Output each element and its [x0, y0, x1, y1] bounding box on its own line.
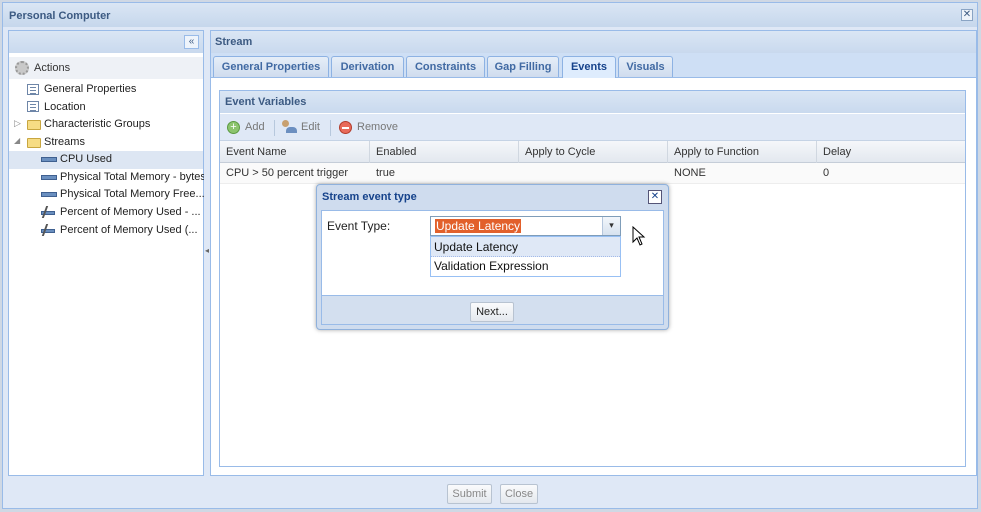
cell-delay: 0	[823, 167, 830, 179]
tree-item-physical-total-memory-bytes[interactable]: Physical Total Memory - bytes	[60, 171, 206, 183]
collapse-arrow-icon[interactable]: ◢	[14, 136, 20, 145]
open-folder-icon	[27, 138, 41, 148]
collapse-panel-icon[interactable]: «	[184, 35, 199, 49]
tab-events[interactable]: Events	[562, 56, 616, 78]
tree-item-physical-total-memory-free[interactable]: Physical Total Memory Free...	[60, 188, 205, 200]
event-variables-title: Event Variables	[225, 96, 307, 108]
splitter-handle-icon[interactable]: ◂	[205, 246, 209, 262]
edit-user-icon[interactable]	[282, 120, 297, 134]
navigation-panel-header	[9, 31, 203, 53]
properties-icon	[27, 84, 39, 95]
gear-icon	[15, 61, 29, 75]
add-icon[interactable]: +	[227, 121, 240, 134]
remove-button[interactable]: Remove	[357, 121, 398, 133]
tab-visuals[interactable]: Visuals	[618, 56, 673, 77]
tab-derivation[interactable]: Derivation	[331, 56, 404, 77]
event-type-label: Event Type:	[327, 219, 391, 233]
stream-panel-title: Stream	[215, 36, 253, 48]
cell-apply-to-function: NONE	[674, 167, 706, 179]
tree-item-percent-memory-used-2[interactable]: Percent of Memory Used (...	[60, 224, 198, 236]
column-header-enabled[interactable]: Enabled	[370, 141, 519, 163]
column-header-apply-to-cycle[interactable]: Apply to Cycle	[519, 141, 668, 163]
toolbar-separator	[274, 120, 275, 136]
mouse-pointer-icon	[632, 226, 646, 246]
add-button[interactable]: Add	[245, 121, 265, 133]
derived-stream-icon	[41, 206, 55, 218]
dialog-close-icon[interactable]: ✕	[648, 190, 662, 204]
column-header-delay[interactable]: Delay	[817, 141, 965, 163]
tab-gap-filling[interactable]: Gap Filling	[487, 56, 559, 77]
tree-item-streams[interactable]: Streams	[44, 136, 85, 148]
tree-item-location[interactable]: Location	[44, 101, 86, 113]
column-header-event-name[interactable]: Event Name	[220, 141, 370, 163]
stream-panel-header	[211, 31, 976, 53]
tab-general-properties[interactable]: General Properties	[213, 56, 329, 77]
cell-apply-to-cycle	[519, 163, 525, 184]
cell-event-name: CPU > 50 percent trigger	[226, 167, 348, 179]
actions-label[interactable]: Actions	[34, 62, 70, 74]
tree-item-percent-memory-used-1[interactable]: Percent of Memory Used - ...	[60, 206, 201, 218]
derived-stream-icon	[41, 224, 55, 236]
tree-item-general-properties[interactable]: General Properties	[44, 83, 136, 95]
folder-icon	[27, 120, 41, 130]
toolbar-separator	[330, 120, 331, 136]
window-title: Personal Computer	[9, 10, 111, 22]
tab-constraints[interactable]: Constraints	[406, 56, 485, 77]
navigation-panel	[8, 30, 204, 476]
close-button[interactable]: Close	[500, 484, 538, 504]
column-header-apply-to-function[interactable]: Apply to Function	[668, 141, 817, 163]
event-type-value[interactable]: Update Latency	[435, 219, 522, 233]
window-close-icon[interactable]: ✕	[961, 9, 973, 21]
chevron-down-icon[interactable]: ▾	[602, 217, 620, 235]
next-button[interactable]: Next...	[470, 302, 514, 322]
edit-button[interactable]: Edit	[301, 121, 320, 133]
window-titlebar	[3, 3, 977, 27]
tree-item-cpu-used[interactable]: CPU Used	[60, 153, 112, 165]
cell-enabled: true	[376, 167, 395, 179]
properties-icon	[27, 101, 39, 112]
expand-arrow-icon[interactable]: ▷	[14, 118, 21, 129]
stream-icon	[41, 175, 57, 180]
option-update-latency[interactable]: Update Latency	[431, 237, 620, 257]
stream-icon	[41, 157, 57, 162]
tree-item-characteristic-groups[interactable]: Characteristic Groups	[44, 118, 150, 130]
event-toolbar	[220, 114, 965, 141]
event-variables-header	[220, 91, 965, 113]
submit-button[interactable]: Submit	[447, 484, 492, 504]
option-validation-expression[interactable]: Validation Expression	[431, 256, 620, 276]
remove-icon[interactable]	[339, 121, 352, 134]
dialog-title: Stream event type	[322, 191, 417, 203]
stream-icon	[41, 192, 57, 197]
